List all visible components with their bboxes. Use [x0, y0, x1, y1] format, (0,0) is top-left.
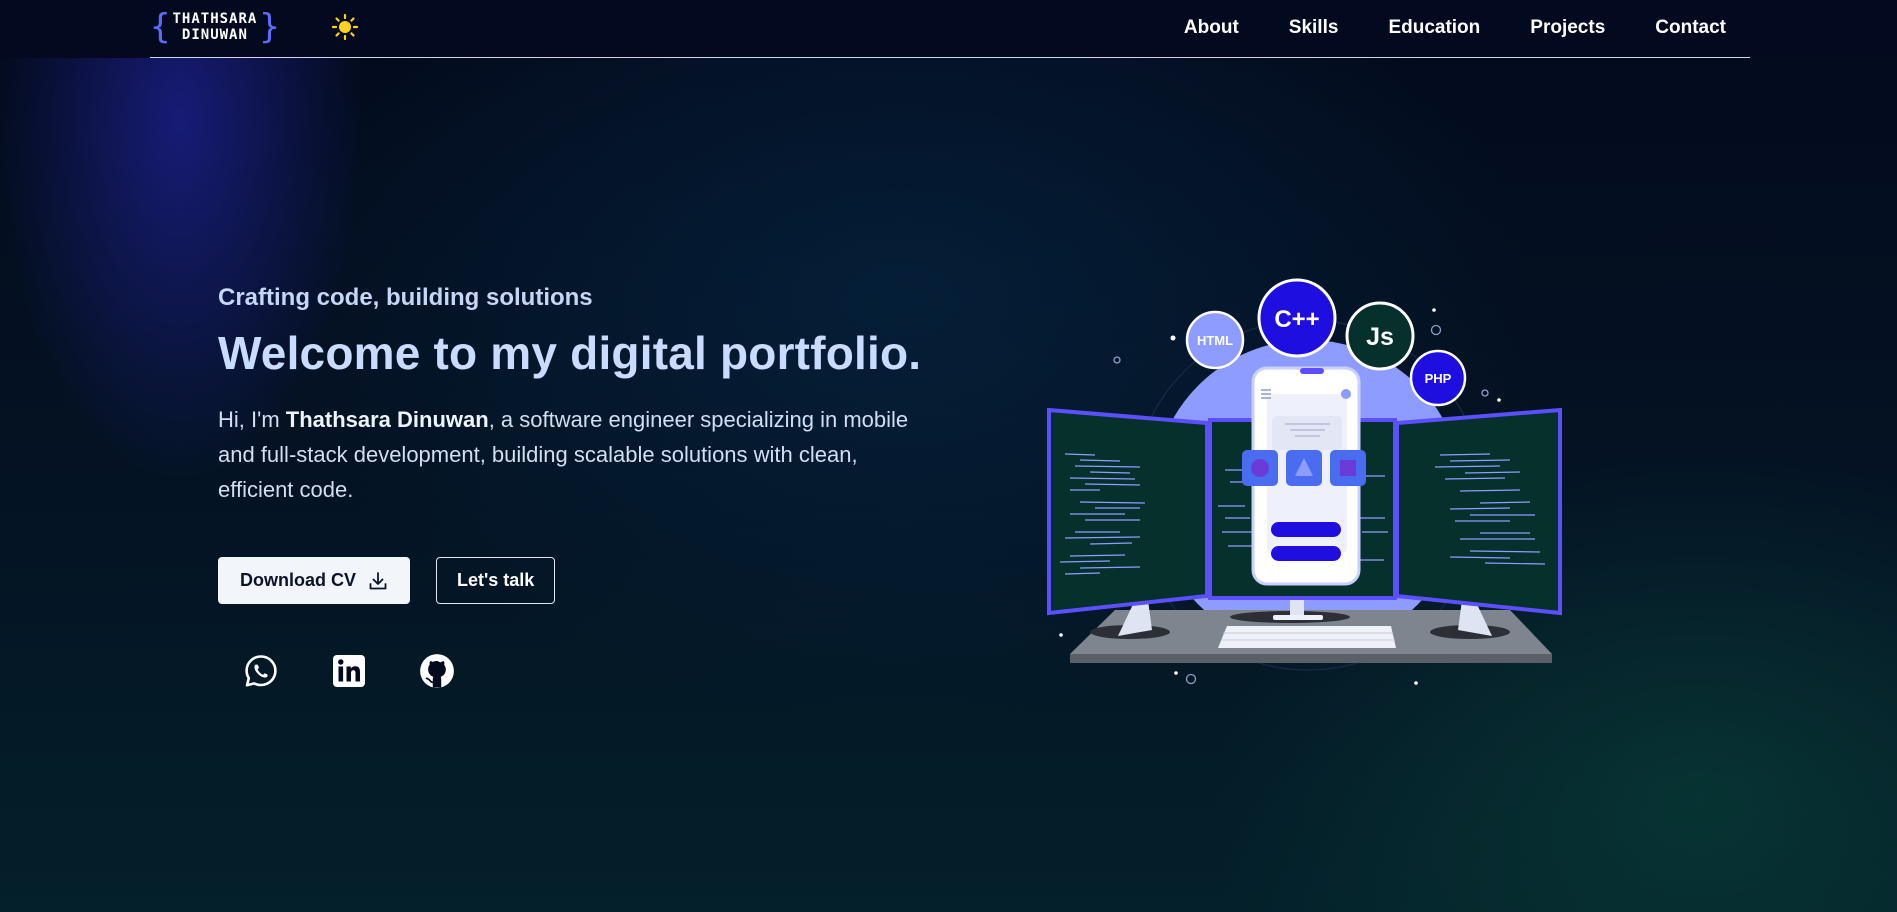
sun-icon [331, 13, 359, 41]
logo-brace-close: } [259, 7, 280, 47]
intro-prefix: Hi, I'm [218, 407, 286, 432]
logo-name: THATHSARA DINUWAN [172, 11, 257, 43]
logo-line-1: THATHSARA [172, 11, 258, 27]
keyboard [1218, 626, 1396, 648]
theme-toggle-button[interactable] [330, 12, 360, 42]
hero-intro: Hi, I'm Thathsara Dinuwan, a software en… [218, 402, 938, 507]
badge-cpp-label: C++ [1274, 306, 1319, 333]
badge-html: HTML [1185, 310, 1245, 370]
badge-html-label: HTML [1197, 333, 1233, 348]
monitor-right [1395, 407, 1562, 616]
logo-brace-open: { [150, 7, 171, 47]
nav-skills[interactable]: Skills [1289, 17, 1339, 39]
social-links [242, 652, 456, 690]
hero-buttons: Download CV Let's talk [218, 557, 556, 604]
badge-js-label: Js [1366, 323, 1394, 351]
header-divider [150, 57, 1750, 58]
download-icon [369, 571, 387, 589]
whatsapp-link[interactable] [242, 652, 280, 690]
whatsapp-icon [245, 655, 277, 687]
hero-illustration: HTML C++ Js PHP [1040, 270, 1570, 700]
hero-section: Crafting code, building solutions Welcom… [218, 284, 958, 507]
linkedin-icon [333, 655, 365, 687]
nav-education[interactable]: Education [1388, 17, 1480, 39]
top-navigation-bar: { THATHSARA DINUWAN } About Skills Educa… [0, 0, 1897, 58]
badge-js: Js [1345, 301, 1415, 371]
logo[interactable]: { THATHSARA DINUWAN } [150, 9, 280, 45]
intro-name: Thathsara Dinuwan [285, 407, 489, 432]
logo-line-2: DINUWAN [181, 27, 248, 43]
badge-php-label: PHP [1425, 371, 1452, 386]
nav-projects[interactable]: Projects [1530, 17, 1605, 39]
badge-php: PHP [1409, 349, 1467, 407]
download-cv-button[interactable]: Download CV [218, 557, 410, 604]
nav-contact[interactable]: Contact [1655, 17, 1726, 39]
main-nav: About Skills Education Projects Contact [1184, 0, 1726, 55]
github-icon [420, 654, 454, 688]
github-link[interactable] [418, 652, 456, 690]
badge-cpp: C++ [1257, 278, 1337, 358]
nav-about[interactable]: About [1184, 17, 1239, 39]
hero-headline: Welcome to my digital portfolio. [218, 327, 922, 379]
lets-talk-button[interactable]: Let's talk [436, 557, 556, 604]
linkedin-link[interactable] [330, 652, 368, 690]
monitor-left [1047, 407, 1209, 616]
download-cv-label: Download CV [240, 570, 356, 590]
hero-tagline: Crafting code, building solutions [218, 284, 593, 311]
